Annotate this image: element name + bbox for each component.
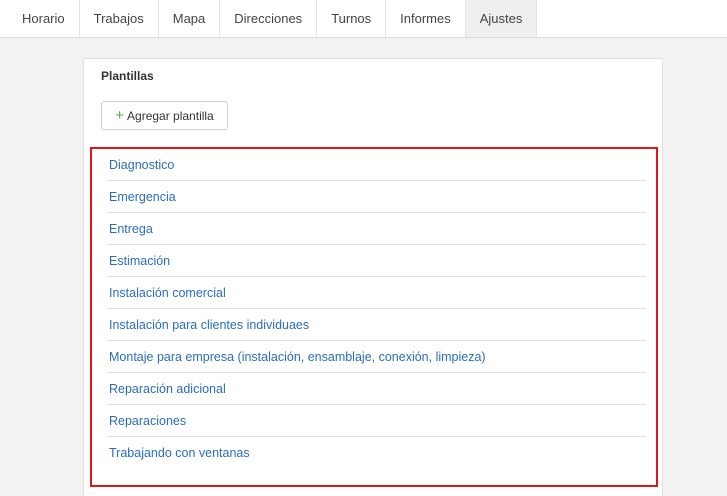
template-item-estimacion[interactable]: Estimación <box>107 245 646 277</box>
template-item-instalacion-comercial[interactable]: Instalación comercial <box>107 277 646 309</box>
tab-informes[interactable]: Informes <box>386 0 466 37</box>
tab-ajustes[interactable]: Ajustes <box>465 0 538 37</box>
tab-turnos[interactable]: Turnos <box>317 0 387 37</box>
tab-direcciones[interactable]: Direcciones <box>220 0 318 37</box>
template-item-reparacion-adicional[interactable]: Reparación adicional <box>107 373 646 405</box>
template-item-instalacion-individuales[interactable]: Instalación para clientes individuaes <box>107 309 646 341</box>
tab-mapa[interactable]: Mapa <box>159 0 221 37</box>
templates-panel: Plantillas + Agregar plantilla Diagnosti… <box>83 58 663 496</box>
template-list: Diagnostico Emergencia Entrega Estimació… <box>90 147 658 487</box>
tab-horario[interactable]: Horario <box>8 0 80 37</box>
template-item-trabajando-ventanas[interactable]: Trabajando con ventanas <box>107 437 646 469</box>
template-item-montaje-empresa[interactable]: Montaje para empresa (instalación, ensam… <box>107 341 646 373</box>
template-item-entrega[interactable]: Entrega <box>107 213 646 245</box>
plus-icon: + <box>115 107 125 124</box>
panel-title: Plantillas <box>101 69 154 83</box>
template-item-reparaciones[interactable]: Reparaciones <box>107 405 646 437</box>
tab-trabajos[interactable]: Trabajos <box>80 0 159 37</box>
top-nav: Horario Trabajos Mapa Direcciones Turnos… <box>0 0 727 38</box>
add-template-label: Agregar plantilla <box>127 108 214 123</box>
template-item-emergencia[interactable]: Emergencia <box>107 181 646 213</box>
add-template-button[interactable]: + Agregar plantilla <box>101 101 228 130</box>
template-item-diagnostico[interactable]: Diagnostico <box>107 149 646 181</box>
